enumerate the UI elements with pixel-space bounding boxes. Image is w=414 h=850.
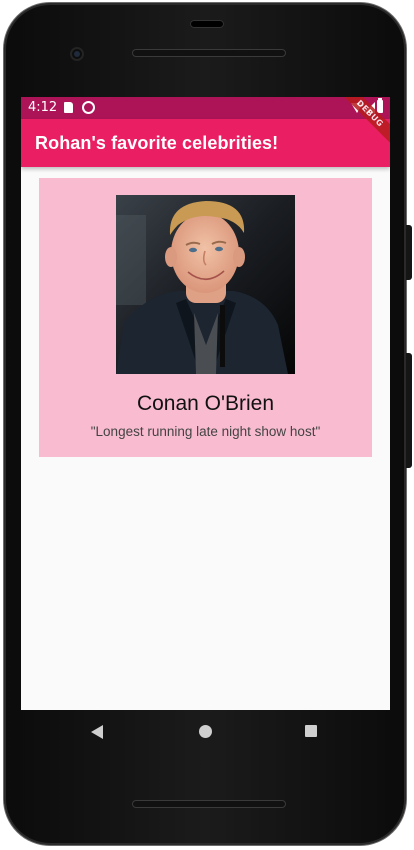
- back-icon[interactable]: [91, 725, 103, 739]
- top-speaker-grille: [132, 49, 286, 57]
- status-time: 4:12: [28, 100, 58, 115]
- celebrity-card[interactable]: Conan O'Brien "Longest running late nigh…: [39, 178, 372, 457]
- recents-icon[interactable]: [305, 725, 317, 737]
- sync-icon: [82, 101, 95, 114]
- status-bar: 4:12: [21, 97, 390, 119]
- celebrity-quote: "Longest running late night show host": [90, 424, 321, 439]
- bottom-speaker-grille: [132, 800, 286, 808]
- front-camera: [70, 47, 84, 61]
- celebrity-name: Conan O'Brien: [136, 392, 275, 415]
- app-bar: Rohan's favorite celebrities!: [21, 119, 390, 167]
- volume-button: [406, 225, 412, 280]
- home-icon[interactable]: [199, 725, 212, 738]
- earpiece: [190, 20, 224, 28]
- battery-icon: [377, 98, 383, 113]
- system-navigation-bar: [21, 710, 390, 754]
- page-title: Rohan's favorite celebrities!: [35, 133, 279, 153]
- celebrity-photo: [116, 195, 295, 374]
- app-screen: 4:12 Rohan's favorite celebrities! DEBUG: [21, 97, 390, 710]
- sd-card-icon: [64, 102, 73, 113]
- power-button: [406, 353, 412, 468]
